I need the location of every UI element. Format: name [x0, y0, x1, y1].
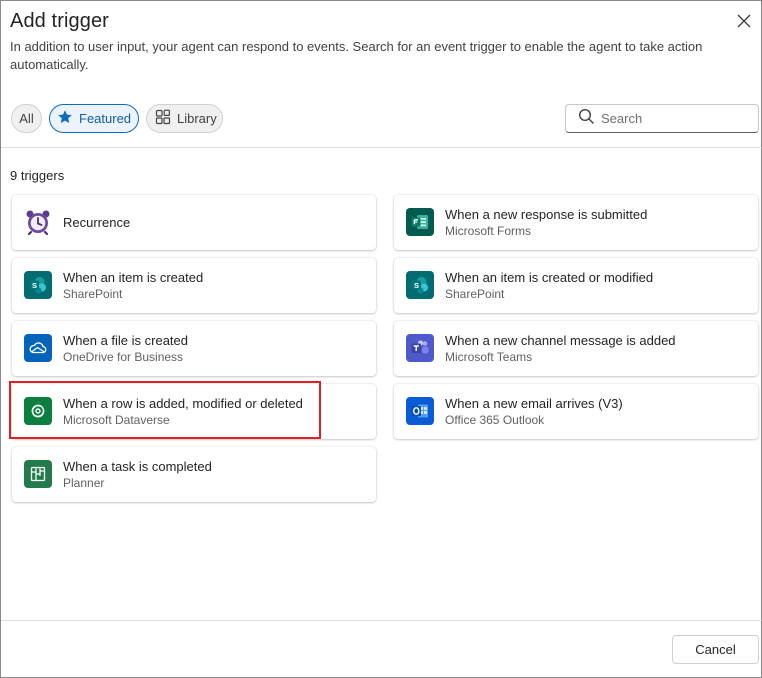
trigger-name: When a file is created [63, 333, 189, 348]
library-grid-icon [155, 109, 177, 128]
trigger-card-sharepoint-created[interactable]: S When an item is created SharePoint [12, 258, 376, 313]
planner-icon [24, 460, 52, 488]
filter-featured-label: Featured [79, 111, 132, 126]
forms-icon [406, 208, 434, 236]
trigger-card-teams-message[interactable]: When a new channel message is added Micr… [394, 321, 758, 376]
outlook-icon [406, 397, 434, 425]
filter-library-label: Library [177, 111, 217, 126]
trigger-card-onedrive-file[interactable]: When a file is created OneDrive for Busi… [12, 321, 376, 376]
add-trigger-dialog: Add trigger In addition to user input, y… [0, 0, 762, 678]
trigger-card-outlook-email[interactable]: When a new email arrives (V3) Office 365… [394, 384, 758, 439]
search-icon [578, 108, 595, 130]
trigger-connector: SharePoint [63, 287, 123, 301]
dataverse-icon [24, 397, 52, 425]
trigger-card-sharepoint-modified[interactable]: S When an item is created or modified Sh… [394, 258, 758, 313]
alarm-clock-icon [24, 208, 52, 236]
filter-library-button[interactable]: Library [146, 104, 223, 133]
trigger-connector: Microsoft Teams [445, 350, 533, 364]
trigger-connector: Planner [63, 476, 105, 490]
filter-all-label: All [19, 111, 34, 126]
trigger-connector: Microsoft Dataverse [63, 413, 170, 427]
trigger-name: When an item is created [63, 270, 204, 285]
trigger-name: Recurrence [63, 215, 131, 230]
sharepoint-icon: S [24, 271, 52, 299]
trigger-connector: OneDrive for Business [63, 350, 184, 364]
svg-text:S: S [32, 281, 37, 290]
onedrive-icon [24, 334, 52, 362]
filter-all-button[interactable]: All [11, 104, 42, 133]
trigger-name: When a new email arrives (V3) [445, 396, 623, 411]
trigger-card-forms-response[interactable]: When a new response is submitted Microso… [394, 195, 758, 250]
trigger-card-planner-task[interactable]: When a task is completed Planner [12, 447, 376, 502]
trigger-connector: Office 365 Outlook [445, 413, 545, 427]
trigger-name: When a task is completed [63, 459, 212, 474]
dialog-title: Add trigger [10, 10, 109, 32]
trigger-connector: Microsoft Forms [445, 224, 532, 238]
trigger-name: When a new channel message is added [445, 333, 676, 348]
sharepoint-icon: S [406, 271, 434, 299]
filter-featured-button[interactable]: Featured [49, 104, 139, 133]
trigger-name: When a new response is submitted [445, 207, 648, 222]
trigger-card-dataverse-row[interactable]: When a row is added, modified or deleted… [12, 384, 376, 439]
trigger-name: When a row is added, modified or deleted [63, 396, 303, 411]
header-divider [1, 147, 762, 148]
svg-text:S: S [414, 281, 419, 290]
trigger-connector: SharePoint [445, 287, 505, 301]
trigger-name: When an item is created or modified [445, 270, 654, 285]
footer-divider [1, 620, 762, 621]
cancel-button[interactable]: Cancel [672, 635, 759, 664]
trigger-card-recurrence[interactable]: Recurrence [12, 195, 376, 250]
close-icon[interactable] [734, 11, 754, 31]
search-input[interactable] [601, 111, 751, 126]
dialog-description: In addition to user input, your agent ca… [10, 39, 703, 72]
trigger-count: 9 triggers [10, 168, 65, 183]
search-box[interactable] [565, 104, 759, 133]
star-icon [57, 109, 79, 128]
teams-icon [406, 334, 434, 362]
